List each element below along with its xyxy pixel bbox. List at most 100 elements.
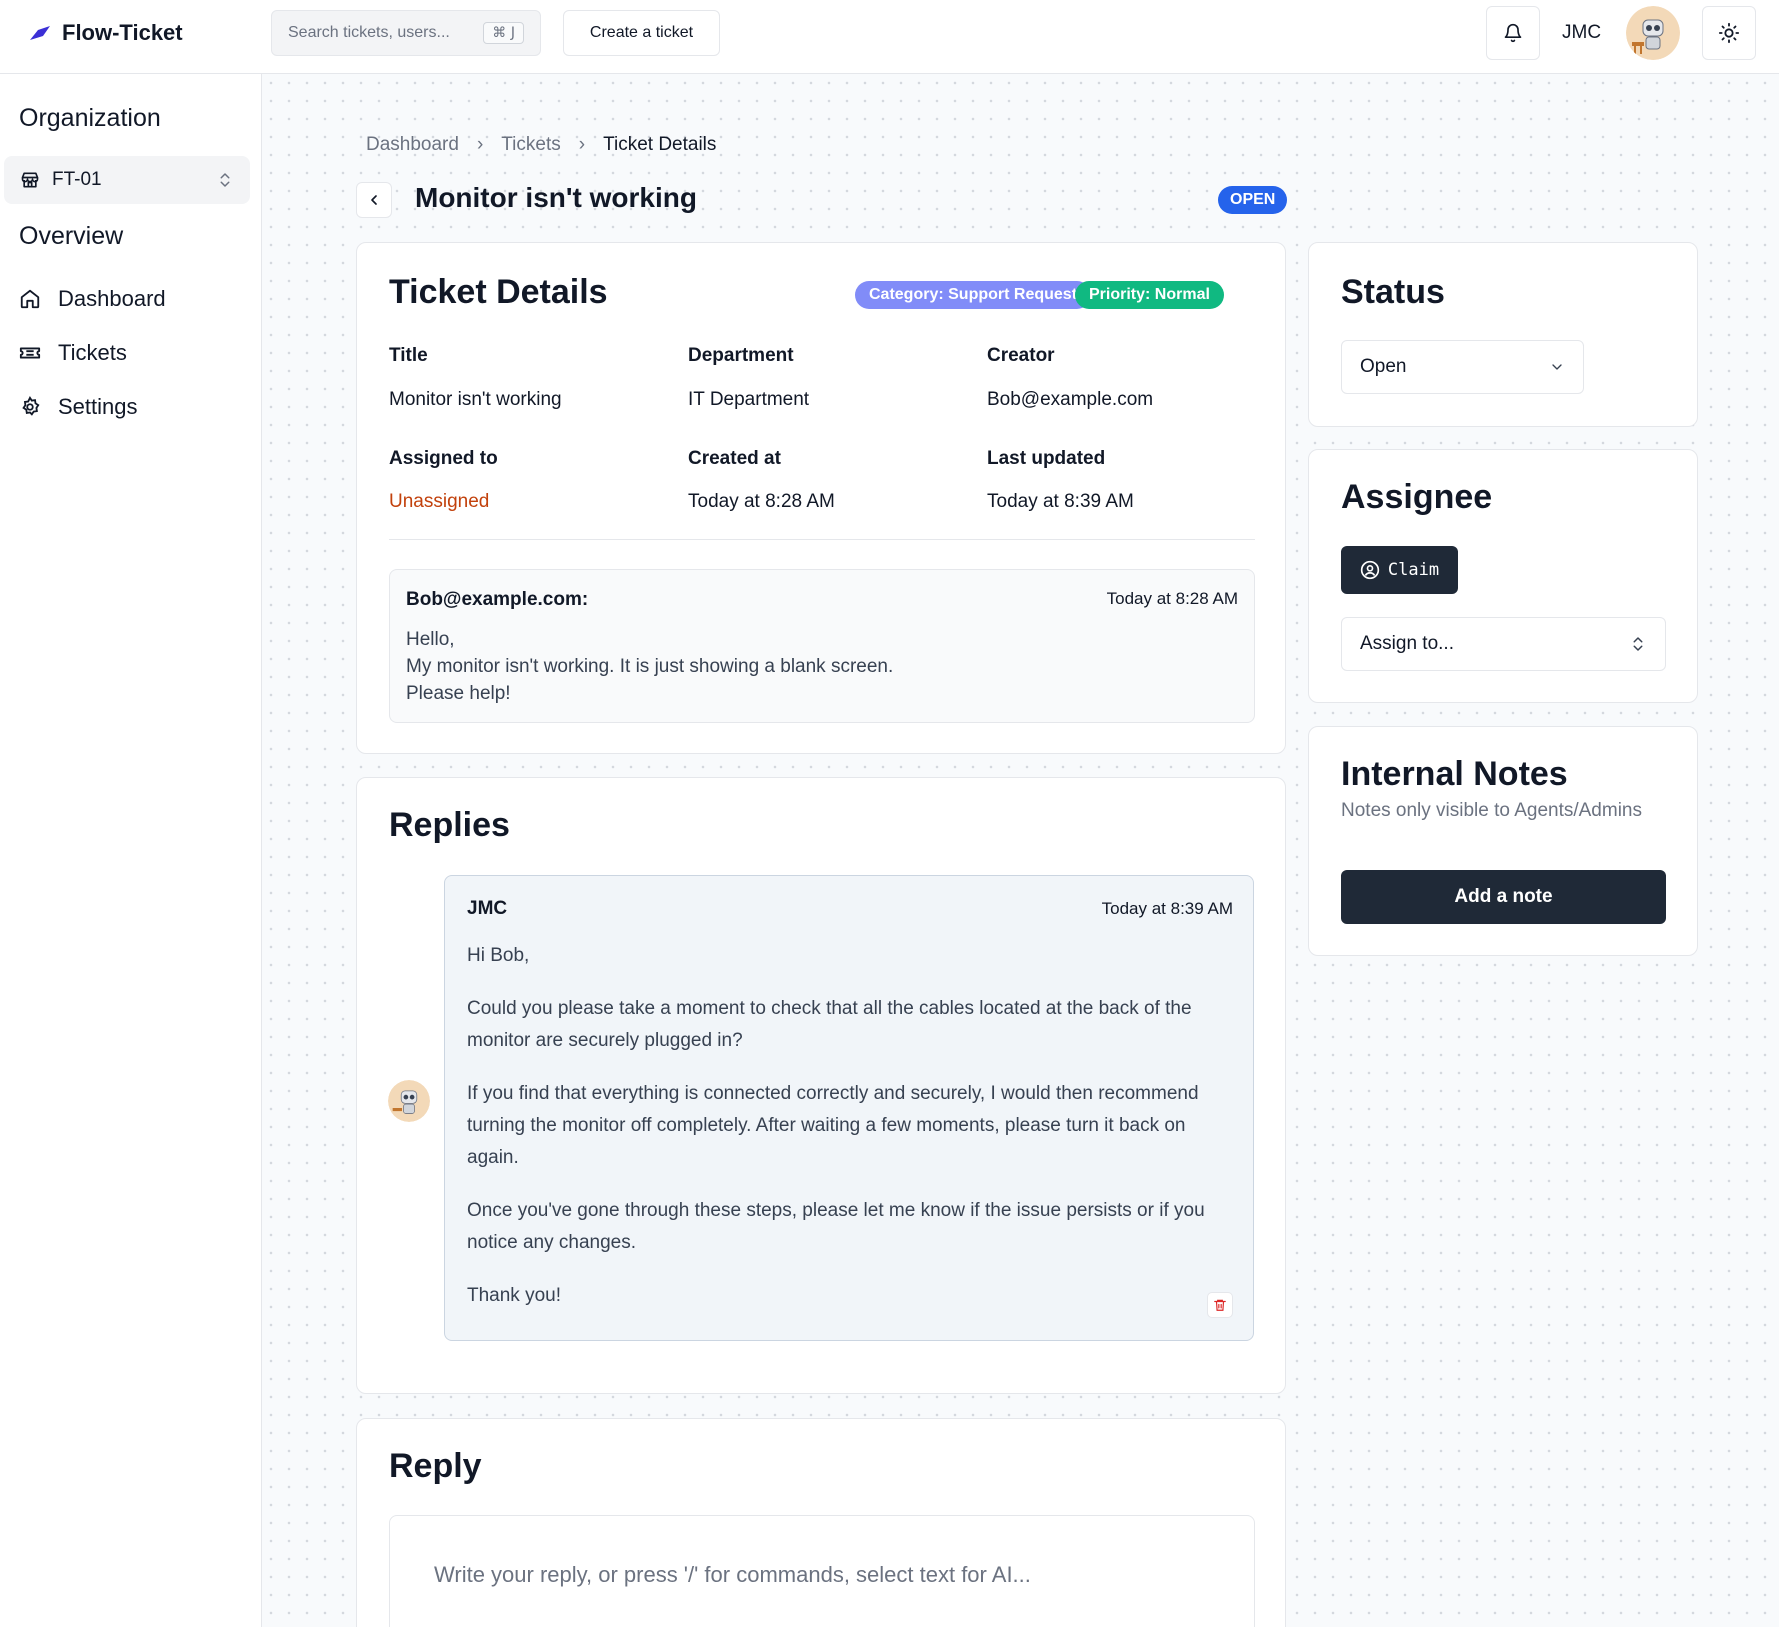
priority-badge: Priority: Normal bbox=[1075, 281, 1224, 309]
robot-avatar-icon bbox=[1626, 6, 1680, 60]
field-value-title: Monitor isn't working bbox=[389, 389, 562, 410]
organization-heading: Organization bbox=[19, 104, 161, 132]
breadcrumb-dashboard[interactable]: Dashboard bbox=[366, 134, 459, 156]
sidebar-item-tickets[interactable]: Tickets bbox=[19, 340, 127, 366]
page-title: Monitor isn't working bbox=[415, 182, 697, 213]
reply-paragraph: Thank you! bbox=[467, 1285, 561, 1306]
breadcrumb-current: Ticket Details bbox=[603, 134, 717, 155]
field-value-assigned: Unassigned bbox=[389, 491, 490, 512]
notes-subtitle: Notes only visible to Agents/Admins bbox=[1341, 800, 1642, 821]
organization-select[interactable]: FT-01 bbox=[4, 156, 250, 204]
theme-toggle-button[interactable] bbox=[1702, 6, 1756, 60]
message-line: Hello, bbox=[406, 629, 455, 650]
organization-value: FT-01 bbox=[52, 169, 102, 190]
user-name: JMC bbox=[1562, 22, 1602, 43]
field-label-department: Department bbox=[688, 345, 794, 366]
field-value-updated: Today at 8:39 AM bbox=[987, 491, 1134, 512]
sidebar-item-settings[interactable]: Settings bbox=[19, 394, 138, 420]
message-timestamp: Today at 8:28 AM bbox=[1106, 589, 1238, 608]
reply-placeholder: Write your reply, or press '/' for comma… bbox=[434, 1562, 1031, 1587]
reply-paragraph: Could you please take a moment to check … bbox=[467, 998, 1192, 1051]
add-note-button[interactable]: Add a note bbox=[1341, 870, 1666, 924]
reply-editor-card: Reply Write your reply, or press '/' for… bbox=[356, 1418, 1286, 1627]
status-value: Open bbox=[1360, 356, 1407, 377]
replies-heading: Replies bbox=[389, 806, 510, 844]
chevrons-up-down-icon bbox=[1633, 637, 1643, 651]
app-name: Flow-Ticket bbox=[62, 20, 183, 45]
field-label-updated: Last updated bbox=[987, 448, 1106, 469]
gear-icon bbox=[22, 396, 40, 416]
reply-paragraph: Once you've gone through these steps, pl… bbox=[467, 1200, 1205, 1253]
sidebar-item-dashboard[interactable]: Dashboard bbox=[19, 286, 166, 312]
chevron-left-icon bbox=[371, 195, 377, 205]
robot-avatar-icon bbox=[388, 1080, 430, 1122]
message-author: Bob@example.com: bbox=[406, 589, 589, 610]
search-placeholder: Search tickets, users... bbox=[288, 24, 450, 41]
status-select[interactable]: Open bbox=[1341, 340, 1584, 394]
chevrons-up-down-icon bbox=[220, 173, 230, 187]
ticket-details-heading: Ticket Details bbox=[389, 273, 608, 311]
main-content: Dashboard › Tickets › Ticket Details Mon… bbox=[262, 74, 1779, 1627]
delete-reply-button[interactable] bbox=[1207, 1292, 1233, 1318]
reply-author: JMC bbox=[467, 898, 508, 919]
notifications-button[interactable] bbox=[1486, 6, 1540, 60]
message-body: Hello, My monitor isn't working. It is j… bbox=[406, 626, 893, 707]
avatar[interactable] bbox=[1626, 6, 1680, 60]
chevron-right-icon: › bbox=[476, 134, 484, 155]
sun-icon bbox=[1718, 22, 1740, 44]
reply-body: Hi Bob, Could you please take a moment t… bbox=[467, 940, 1237, 1333]
create-ticket-button[interactable]: Create a ticket bbox=[563, 10, 720, 56]
assignee-card: Assignee Claim Assign to... bbox=[1308, 449, 1698, 703]
bell-icon bbox=[1504, 23, 1522, 43]
search-shortcut: ⌘ J bbox=[483, 22, 524, 44]
user-circle-icon bbox=[1360, 560, 1380, 580]
reply-timestamp: Today at 8:39 AM bbox=[1101, 899, 1233, 918]
chevron-right-icon: › bbox=[578, 134, 586, 155]
field-label-created: Created at bbox=[688, 448, 781, 469]
chevron-down-icon bbox=[1552, 364, 1562, 370]
category-badge: Category: Support Request bbox=[855, 281, 1092, 309]
sidebar-item-label: Settings bbox=[58, 394, 138, 419]
message-line: My monitor isn't working. It is just sho… bbox=[406, 656, 894, 677]
reply-item: JMC Today at 8:39 AM Hi Bob, Could you p… bbox=[444, 875, 1254, 1341]
trash-icon bbox=[1214, 1299, 1226, 1311]
claim-button[interactable]: Claim bbox=[1341, 546, 1458, 594]
search-input[interactable]: Search tickets, users... ⌘ J bbox=[271, 10, 541, 56]
reply-editor[interactable]: Write your reply, or press '/' for comma… bbox=[389, 1515, 1255, 1627]
brand[interactable]: Flow-Ticket bbox=[30, 20, 183, 46]
avatar bbox=[388, 1080, 430, 1122]
field-value-department: IT Department bbox=[688, 389, 810, 410]
status-heading: Status bbox=[1341, 273, 1445, 311]
assign-placeholder: Assign to... bbox=[1360, 633, 1454, 654]
ticket-details-card: Ticket Details Category: Support Request… bbox=[356, 242, 1286, 754]
field-label-creator: Creator bbox=[987, 345, 1055, 366]
field-label-assigned: Assigned to bbox=[389, 448, 498, 469]
assignee-heading: Assignee bbox=[1341, 478, 1493, 516]
back-button[interactable] bbox=[356, 182, 392, 218]
original-message: Bob@example.com: Today at 8:28 AM Hello,… bbox=[389, 569, 1255, 723]
assign-select[interactable]: Assign to... bbox=[1341, 617, 1666, 671]
brand-logo-icon bbox=[30, 26, 50, 40]
field-value-created: Today at 8:28 AM bbox=[688, 491, 835, 512]
field-label-title: Title bbox=[389, 345, 428, 366]
ticket-icon bbox=[19, 347, 41, 359]
overview-heading: Overview bbox=[19, 222, 124, 250]
home-icon bbox=[20, 289, 40, 309]
notes-heading: Internal Notes bbox=[1341, 755, 1568, 793]
sidebar: Organization FT-01 Overview Dashboard Ti… bbox=[0, 74, 262, 1627]
reply-heading: Reply bbox=[389, 1447, 482, 1485]
field-value-creator: Bob@example.com bbox=[987, 389, 1154, 410]
breadcrumb: Dashboard › Tickets › Ticket Details bbox=[366, 134, 716, 156]
top-bar: Flow-Ticket Search tickets, users... ⌘ J… bbox=[0, 0, 1779, 74]
divider bbox=[389, 539, 1255, 540]
breadcrumb-tickets[interactable]: Tickets bbox=[501, 134, 560, 156]
reply-paragraph: If you find that everything is connected… bbox=[467, 1083, 1199, 1168]
status-badge: OPEN bbox=[1218, 186, 1288, 214]
message-line: Please help! bbox=[406, 683, 511, 704]
store-icon bbox=[21, 172, 39, 188]
internal-notes-card: Internal Notes Notes only visible to Age… bbox=[1308, 726, 1698, 956]
sidebar-item-label: Dashboard bbox=[58, 286, 166, 311]
status-card: Status Open bbox=[1308, 242, 1698, 427]
replies-card: Replies JMC Today at 8:39 AM Hi Bob, Cou… bbox=[356, 777, 1286, 1394]
sidebar-item-label: Tickets bbox=[58, 340, 127, 365]
